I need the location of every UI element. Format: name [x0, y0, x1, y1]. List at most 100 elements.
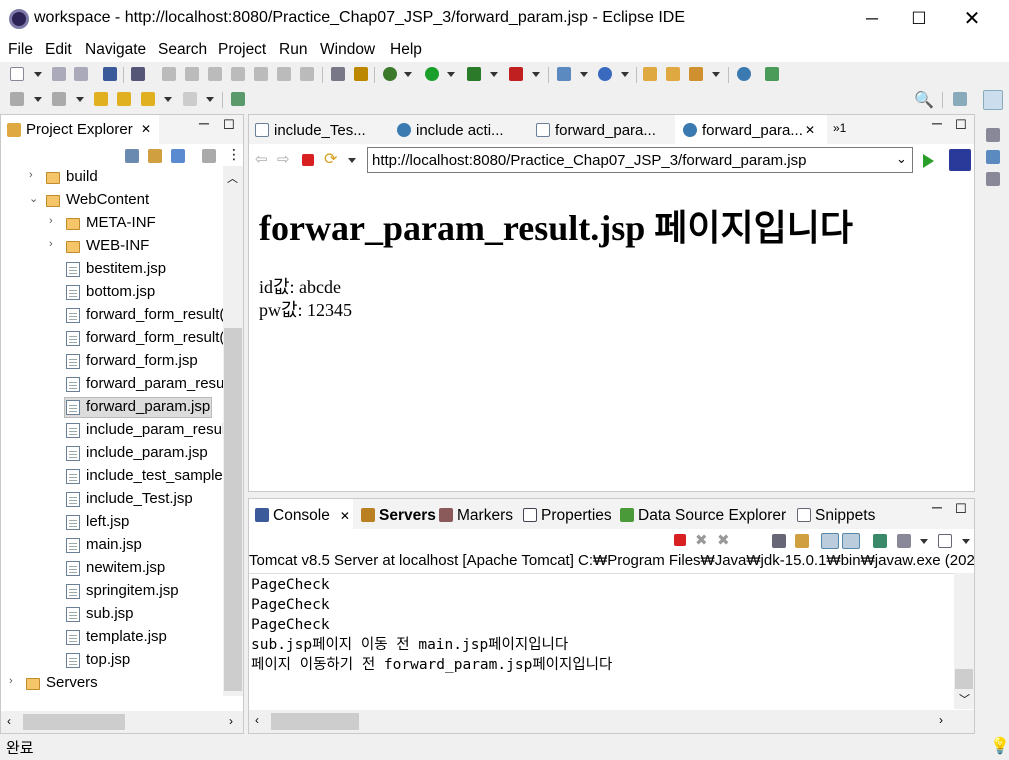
tab-include-action[interactable]: include acti... [397, 115, 504, 144]
prev-annotation-icon[interactable] [52, 92, 66, 106]
view-menu-icon[interactable]: ⋮ [227, 146, 241, 163]
debug-icon[interactable] [383, 67, 397, 81]
step-into-icon[interactable] [254, 67, 268, 81]
chevron-down-icon[interactable] [34, 97, 42, 102]
console-horizontal-scrollbar[interactable]: ‹ › [249, 710, 974, 733]
run-icon[interactable] [425, 67, 439, 81]
forward-icon[interactable] [183, 92, 197, 106]
maximize-view-icon[interactable]: ☐ [955, 117, 967, 133]
chevron-down-icon[interactable] [206, 97, 214, 102]
tab-properties[interactable]: Properties [523, 506, 612, 525]
tree-file-item[interactable]: include_Test.jsp [1, 488, 223, 511]
stop-icon[interactable] [302, 154, 314, 166]
chevron-down-icon[interactable] [712, 72, 720, 77]
tree-file-item[interactable]: top.jsp [1, 649, 223, 672]
search-tool-icon[interactable] [689, 67, 703, 81]
tree-file-item[interactable]: bestitem.jsp [1, 258, 223, 281]
filter-icon[interactable] [171, 149, 185, 163]
coverage-icon[interactable] [467, 67, 481, 81]
console-vertical-scrollbar[interactable]: ﹀ [954, 573, 974, 709]
maximize-button[interactable]: ☐ [896, 0, 942, 38]
tab-forward-param-browser[interactable]: forward_para... ✕ [675, 115, 827, 144]
tree-file-item[interactable]: bottom.jsp [1, 281, 223, 304]
minimize-view-icon[interactable]: ─ [932, 499, 942, 515]
display-console-icon[interactable] [897, 534, 911, 548]
scroll-left-icon[interactable]: ‹ [255, 713, 259, 727]
tab-snippets[interactable]: Snippets [797, 506, 875, 525]
scroll-right-icon[interactable]: › [229, 714, 233, 728]
tree-file-item[interactable]: forward_form.jsp [1, 350, 223, 373]
tab-servers[interactable]: Servers [361, 506, 436, 525]
step-return-icon[interactable] [300, 67, 314, 81]
lightbulb-icon[interactable]: 💡 [990, 736, 1009, 756]
new-icon[interactable] [10, 67, 24, 81]
tree-file-item[interactable]: forward_param_resu [1, 373, 223, 396]
chevron-down-icon[interactable] [580, 72, 588, 77]
tree-folder-item[interactable]: › WEB-INF [1, 235, 223, 258]
chevron-down-icon[interactable] [34, 72, 42, 77]
chevron-right-icon[interactable]: › [9, 675, 19, 687]
maximize-view-icon[interactable]: ☐ [223, 117, 235, 133]
chevron-right-icon[interactable]: › [49, 238, 59, 250]
tree-file-item[interactable]: sub.jsp [1, 603, 223, 626]
open-type-icon[interactable] [643, 67, 657, 81]
menu-file[interactable]: File [8, 41, 33, 59]
tree-file-item[interactable]: include_param.jsp [1, 442, 223, 465]
tree-file-item[interactable]: left.jsp [1, 511, 223, 534]
back-icon[interactable] [141, 92, 155, 106]
open-console-icon[interactable] [938, 534, 952, 548]
close-icon[interactable]: ✕ [141, 122, 151, 136]
menu-run[interactable]: Run [279, 41, 307, 59]
url-dropdown-icon[interactable]: ⌄ [896, 151, 907, 167]
chevron-down-icon[interactable] [920, 539, 928, 544]
terminate-icon[interactable] [208, 67, 222, 81]
tree-file-item[interactable]: springitem.jsp [1, 580, 223, 603]
step-over-icon[interactable] [277, 67, 291, 81]
menu-search[interactable]: Search [158, 41, 207, 59]
server-icon[interactable] [354, 67, 368, 81]
vertical-scrollbar[interactable]: ︿ [223, 166, 243, 696]
chevron-right-icon[interactable]: › [49, 215, 59, 227]
menu-edit[interactable]: Edit [45, 41, 72, 59]
tree-file-item[interactable]: main.jsp [1, 534, 223, 557]
url-bar[interactable]: http://localhost:8080/Practice_Chap07_JS… [367, 147, 913, 173]
tab-console[interactable]: Console ✕ [255, 506, 350, 525]
link-editor-icon[interactable] [148, 149, 162, 163]
tree-file-item[interactable]: forward_form_result( [1, 304, 223, 327]
show-stdout-icon[interactable] [821, 533, 839, 549]
disconnect-icon[interactable] [231, 67, 245, 81]
menu-navigate[interactable]: Navigate [85, 41, 146, 59]
collapse-all-icon[interactable] [125, 149, 139, 163]
refresh-icon[interactable]: ⟳ [324, 149, 337, 169]
more-tabs-icon[interactable]: »1 [833, 121, 846, 135]
skip-breakpoints-icon[interactable] [131, 67, 145, 81]
suspend-icon[interactable] [185, 67, 199, 81]
menu-window[interactable]: Window [320, 41, 375, 59]
chevron-down-icon[interactable] [532, 72, 540, 77]
globe-icon[interactable] [737, 67, 751, 81]
pin-icon[interactable] [117, 92, 131, 106]
forward-arrow-icon[interactable]: ⇨ [277, 150, 290, 168]
task-list-icon[interactable] [986, 150, 1000, 164]
minimize-view-icon[interactable]: ─ [932, 115, 942, 131]
chevron-down-icon[interactable] [164, 97, 172, 102]
chevron-right-icon[interactable]: › [29, 169, 39, 181]
resume-icon[interactable] [162, 67, 176, 81]
chevron-down-icon[interactable] [621, 72, 629, 77]
new-class-icon[interactable] [598, 67, 612, 81]
back-arrow-icon[interactable]: ⇦ [255, 150, 268, 168]
minimize-view-icon[interactable]: ─ [199, 115, 209, 131]
open-view-icon[interactable] [231, 92, 245, 106]
tree-folder-item[interactable]: › build [1, 166, 223, 189]
horizontal-scrollbar[interactable]: ‹ › [1, 711, 243, 733]
word-wrap-icon[interactable] [795, 534, 809, 548]
remove-all-icon[interactable]: ✖ [717, 531, 730, 549]
tab-data-source-explorer[interactable]: Data Source Explorer [620, 506, 786, 525]
close-icon[interactable]: ✕ [340, 509, 350, 523]
minimize-button[interactable]: ─ [849, 0, 895, 38]
tab-include-test[interactable]: include_Tes... [255, 115, 366, 144]
outline-icon[interactable] [986, 128, 1000, 142]
scroll-right-icon[interactable]: › [939, 713, 943, 727]
tab-forward-param-jsp[interactable]: forward_para... [536, 115, 656, 144]
chevron-down-icon[interactable] [76, 97, 84, 102]
